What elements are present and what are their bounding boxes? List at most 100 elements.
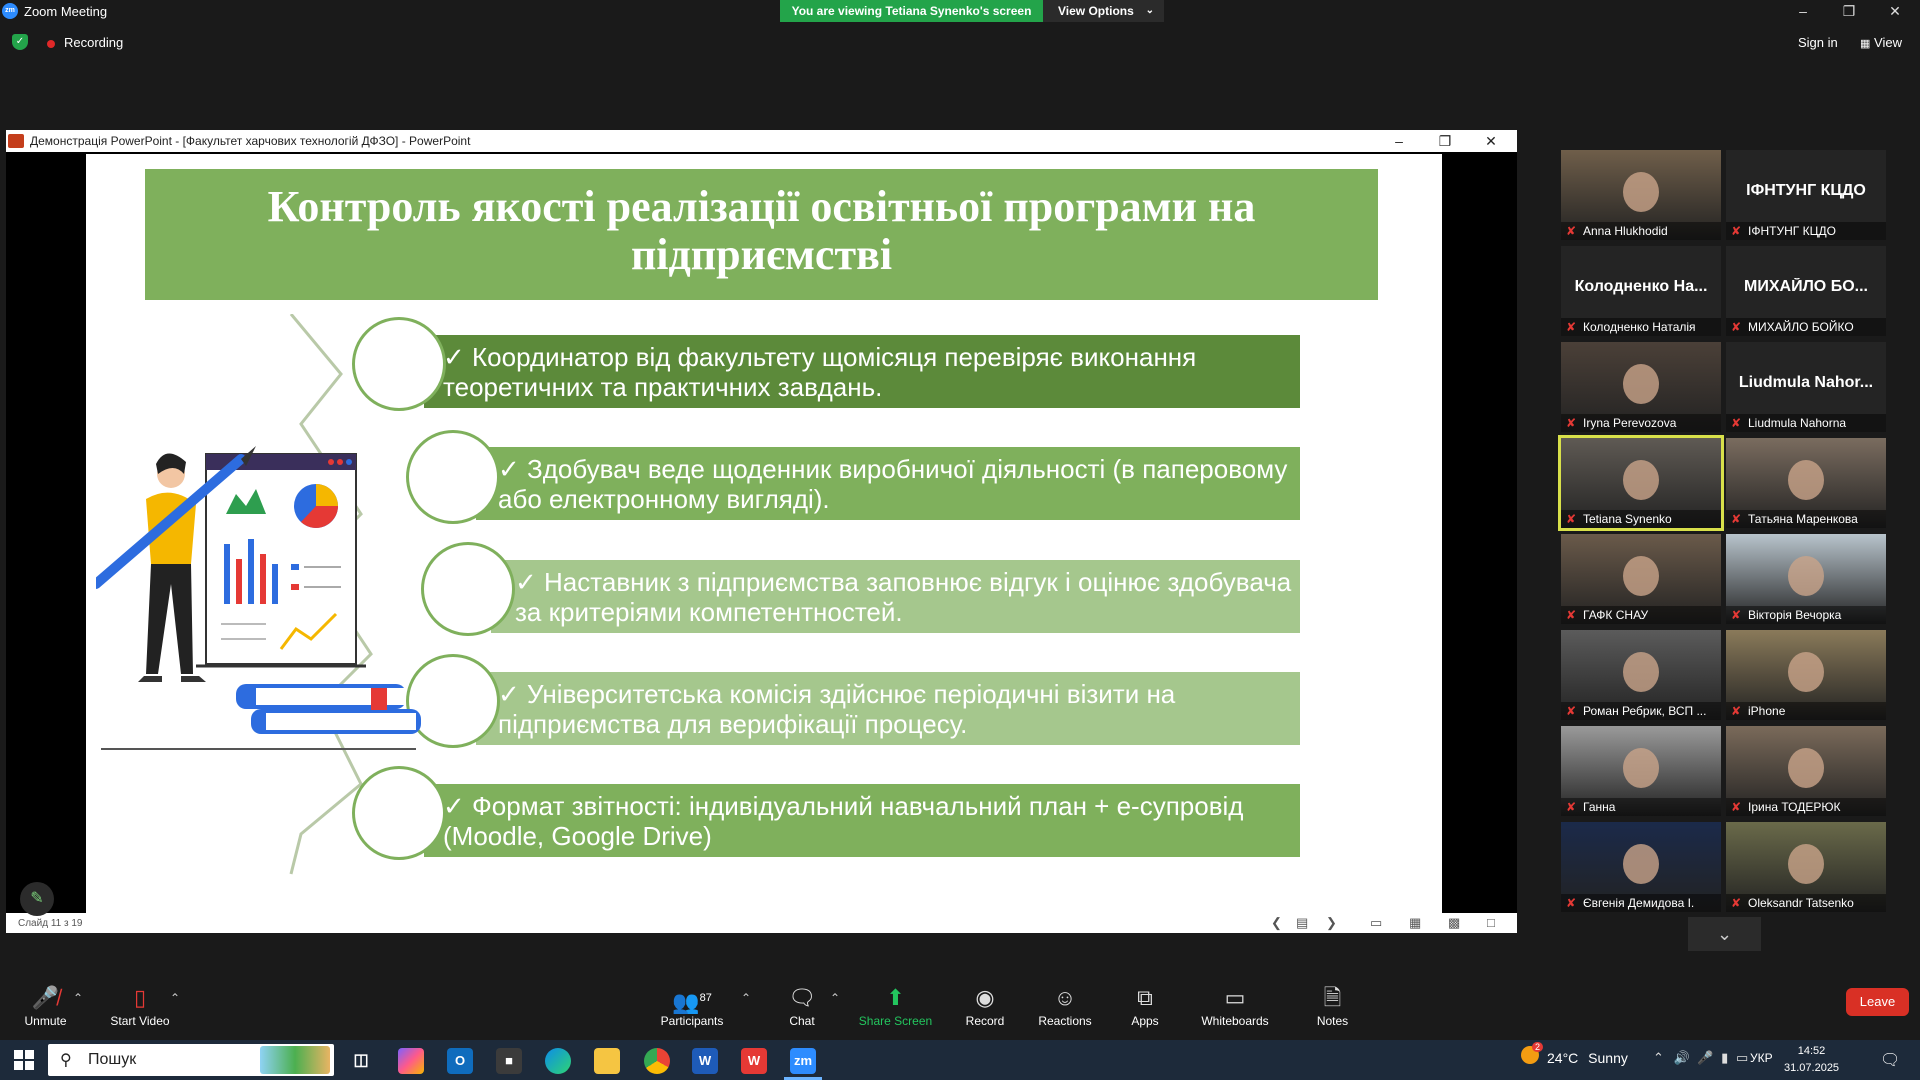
annotate-pen-icon[interactable]: ✎ — [20, 882, 54, 916]
gallery-scroll-down-icon[interactable]: ⌄ — [1688, 917, 1761, 951]
list-item-2: ✓ Здобувач веде щоденник виробничої діял… — [476, 447, 1300, 520]
participant-tile[interactable]: Oleksandr Tatsenko ✘ — [1726, 822, 1886, 912]
clock[interactable]: 14:52 31.07.2025 — [1784, 1043, 1839, 1077]
share-screen-button[interactable]: ⬆ Share Screen — [858, 985, 933, 1035]
slideshow-view-icon[interactable]: □ — [1487, 915, 1495, 930]
view-button[interactable]: ▦ View — [1860, 35, 1902, 50]
battery-icon[interactable]: ▮ — [1721, 1050, 1728, 1065]
participant-display-name: Колодненко На... — [1574, 278, 1708, 295]
participants-button[interactable]: 👥87 Participants — [656, 985, 728, 1035]
search-icon: ⚲ — [60, 1052, 72, 1069]
leave-button[interactable]: Leave — [1846, 988, 1909, 1016]
muted-mic-icon: ✘ — [1566, 512, 1577, 526]
participants-caret-icon[interactable]: ⌃ — [741, 991, 751, 1005]
shield-check-icon[interactable]: ✓ — [12, 34, 28, 50]
participant-tile[interactable]: Колодненко На... Колодненко Наталія ✘ — [1561, 246, 1721, 336]
whiteboards-button[interactable]: ▭ Whiteboards — [1195, 985, 1275, 1035]
participant-tile[interactable]: Євгенія Демидова І. ✘ — [1561, 822, 1721, 912]
reading-view-icon[interactable]: ▩ — [1448, 915, 1460, 931]
list-item-text: теоретичних та практичних завдань. — [443, 372, 883, 402]
audio-options-caret-icon[interactable]: ⌃ — [73, 991, 83, 1005]
share-banner: You are viewing Tetiana Synenko's screen — [780, 0, 1043, 22]
search-highlight-image — [260, 1046, 330, 1074]
previous-slide-icon[interactable]: ❮ — [1271, 915, 1282, 931]
ppt-minimize-icon[interactable]: – — [1376, 131, 1422, 151]
network-icon[interactable]: ▭ — [1736, 1050, 1748, 1065]
minimize-icon[interactable]: – — [1780, 0, 1826, 22]
list-item-5: ✓ Формат звітності: індивідуальний навча… — [424, 784, 1300, 857]
notes-icon: 🗎 — [1323, 985, 1342, 1010]
system-tray[interactable]: ⌃ 🔊 🎤 ▮ ▭ — [1653, 1050, 1748, 1066]
participant-silhouette — [1623, 652, 1659, 692]
participants-icon: 👥87 — [672, 989, 712, 1015]
sign-in-button[interactable]: Sign in — [1798, 35, 1838, 50]
list-item-text: ✓ Координатор від факультету щомісяця пе… — [443, 342, 1197, 372]
chat-caret-icon[interactable]: ⌃ — [830, 991, 840, 1005]
file-explorer-icon[interactable] — [594, 1048, 620, 1074]
participant-tile[interactable]: Ірина ТОДЕРЮК ✘ — [1726, 726, 1886, 816]
store-icon[interactable]: ■ — [496, 1048, 522, 1074]
notes-button[interactable]: 🗎 Notes — [1310, 985, 1355, 1035]
restore-icon[interactable]: ❐ — [1826, 0, 1872, 22]
recording-label[interactable]: Recording — [64, 35, 123, 50]
mic-icon[interactable]: 🎤 — [1697, 1050, 1713, 1065]
participant-tile[interactable]: Tetiana Synenko ✘ — [1558, 435, 1724, 531]
reactions-button[interactable]: ☺ Reactions — [1035, 985, 1095, 1035]
participant-tile[interactable]: iPhone ✘ — [1726, 630, 1886, 720]
copilot-icon[interactable] — [398, 1048, 424, 1074]
edge-icon[interactable] — [545, 1048, 571, 1074]
participant-tile[interactable]: ІФНТУНГ КЦДО ІФНТУНГ КЦДО ✘ — [1726, 150, 1886, 240]
participant-tile[interactable]: Татьяна Маренкова ✘ — [1726, 438, 1886, 528]
view-options-button[interactable]: View Options ⌄ — [1043, 0, 1164, 22]
apps-button[interactable]: ⧉ Apps — [1125, 985, 1165, 1035]
participant-tile[interactable]: Вікторія Вечорка ✘ — [1726, 534, 1886, 624]
participant-name: Tetiana Synenko — [1561, 510, 1721, 528]
chrome-icon[interactable] — [644, 1048, 670, 1074]
muted-mic-icon: ✘ — [1731, 320, 1742, 334]
weather-icon[interactable]: 2 — [1521, 1042, 1544, 1064]
windows-start-icon[interactable] — [14, 1050, 34, 1070]
participant-tile[interactable]: Роман Ребрик, ВСП ... ✘ — [1561, 630, 1721, 720]
zoom-taskbar-icon[interactable]: zm — [790, 1048, 816, 1074]
participant-silhouette — [1623, 364, 1659, 404]
participant-name: Iryna Perevozova — [1561, 414, 1721, 432]
notifications-icon[interactable]: 🗨 — [1880, 1050, 1900, 1070]
participant-tile[interactable]: Ганна ✘ — [1561, 726, 1721, 816]
record-button[interactable]: ◉ Record — [960, 985, 1010, 1035]
participant-display-name: Liudmula Nahor... — [1738, 374, 1874, 391]
outlook-icon[interactable]: O — [447, 1048, 473, 1074]
share-screen-icon: ⬆ — [886, 985, 905, 1010]
weather-widget[interactable]: 24°C Sunny — [1547, 1050, 1628, 1066]
ppt-close-icon[interactable]: ✕ — [1468, 131, 1514, 151]
volume-icon[interactable]: 🔊 — [1674, 1050, 1690, 1065]
word-icon[interactable]: W — [692, 1048, 718, 1074]
wps-icon[interactable]: W — [741, 1048, 767, 1074]
normal-view-icon[interactable]: ▭ — [1370, 915, 1382, 931]
participant-tile[interactable]: Anna Hlukhodid ✘ — [1561, 150, 1721, 240]
participant-name: Колодненко Наталія — [1561, 318, 1721, 336]
participant-display-name: ІФНТУНГ КЦДО — [1746, 182, 1866, 199]
participant-tile[interactable]: Iryna Perevozova ✘ — [1561, 342, 1721, 432]
video-options-caret-icon[interactable]: ⌃ — [170, 991, 180, 1005]
recording-dot-icon — [47, 40, 55, 48]
sorter-view-icon[interactable]: ▦ — [1409, 915, 1421, 931]
close-icon[interactable]: ✕ — [1872, 0, 1918, 22]
muted-mic-icon: ✘ — [1566, 896, 1577, 910]
ppt-restore-icon[interactable]: ❐ — [1422, 131, 1468, 151]
next-slide-icon[interactable]: ❯ — [1326, 915, 1337, 931]
language-indicator[interactable]: УКР — [1750, 1051, 1773, 1065]
participant-tile[interactable]: ГАФК СНАУ ✘ — [1561, 534, 1721, 624]
task-view-icon[interactable]: ◫ — [348, 1048, 374, 1074]
participant-tile[interactable]: Liudmula Nahor... Liudmula Nahorna ✘ — [1726, 342, 1886, 432]
participant-silhouette — [1623, 748, 1659, 788]
chat-button[interactable]: 🗨 Chat — [780, 985, 824, 1035]
taskbar-search-input[interactable]: ⚲ Пошук — [48, 1044, 334, 1076]
participants-label: Participants — [660, 1014, 724, 1028]
participant-name: Ірина ТОДЕРЮК — [1726, 798, 1886, 816]
start-video-button[interactable]: ▯ Start Video — [105, 985, 175, 1035]
unmute-button[interactable]: 🎤̸ Unmute — [18, 985, 73, 1035]
participant-tile[interactable]: МИХАЙЛО БО... МИХАЙЛО БОЙКО ✘ — [1726, 246, 1886, 336]
tray-chevron-icon[interactable]: ⌃ — [1653, 1050, 1664, 1065]
muted-mic-icon: ✘ — [1731, 800, 1742, 814]
slide-sorter-icon[interactable]: ▤ — [1296, 915, 1308, 931]
